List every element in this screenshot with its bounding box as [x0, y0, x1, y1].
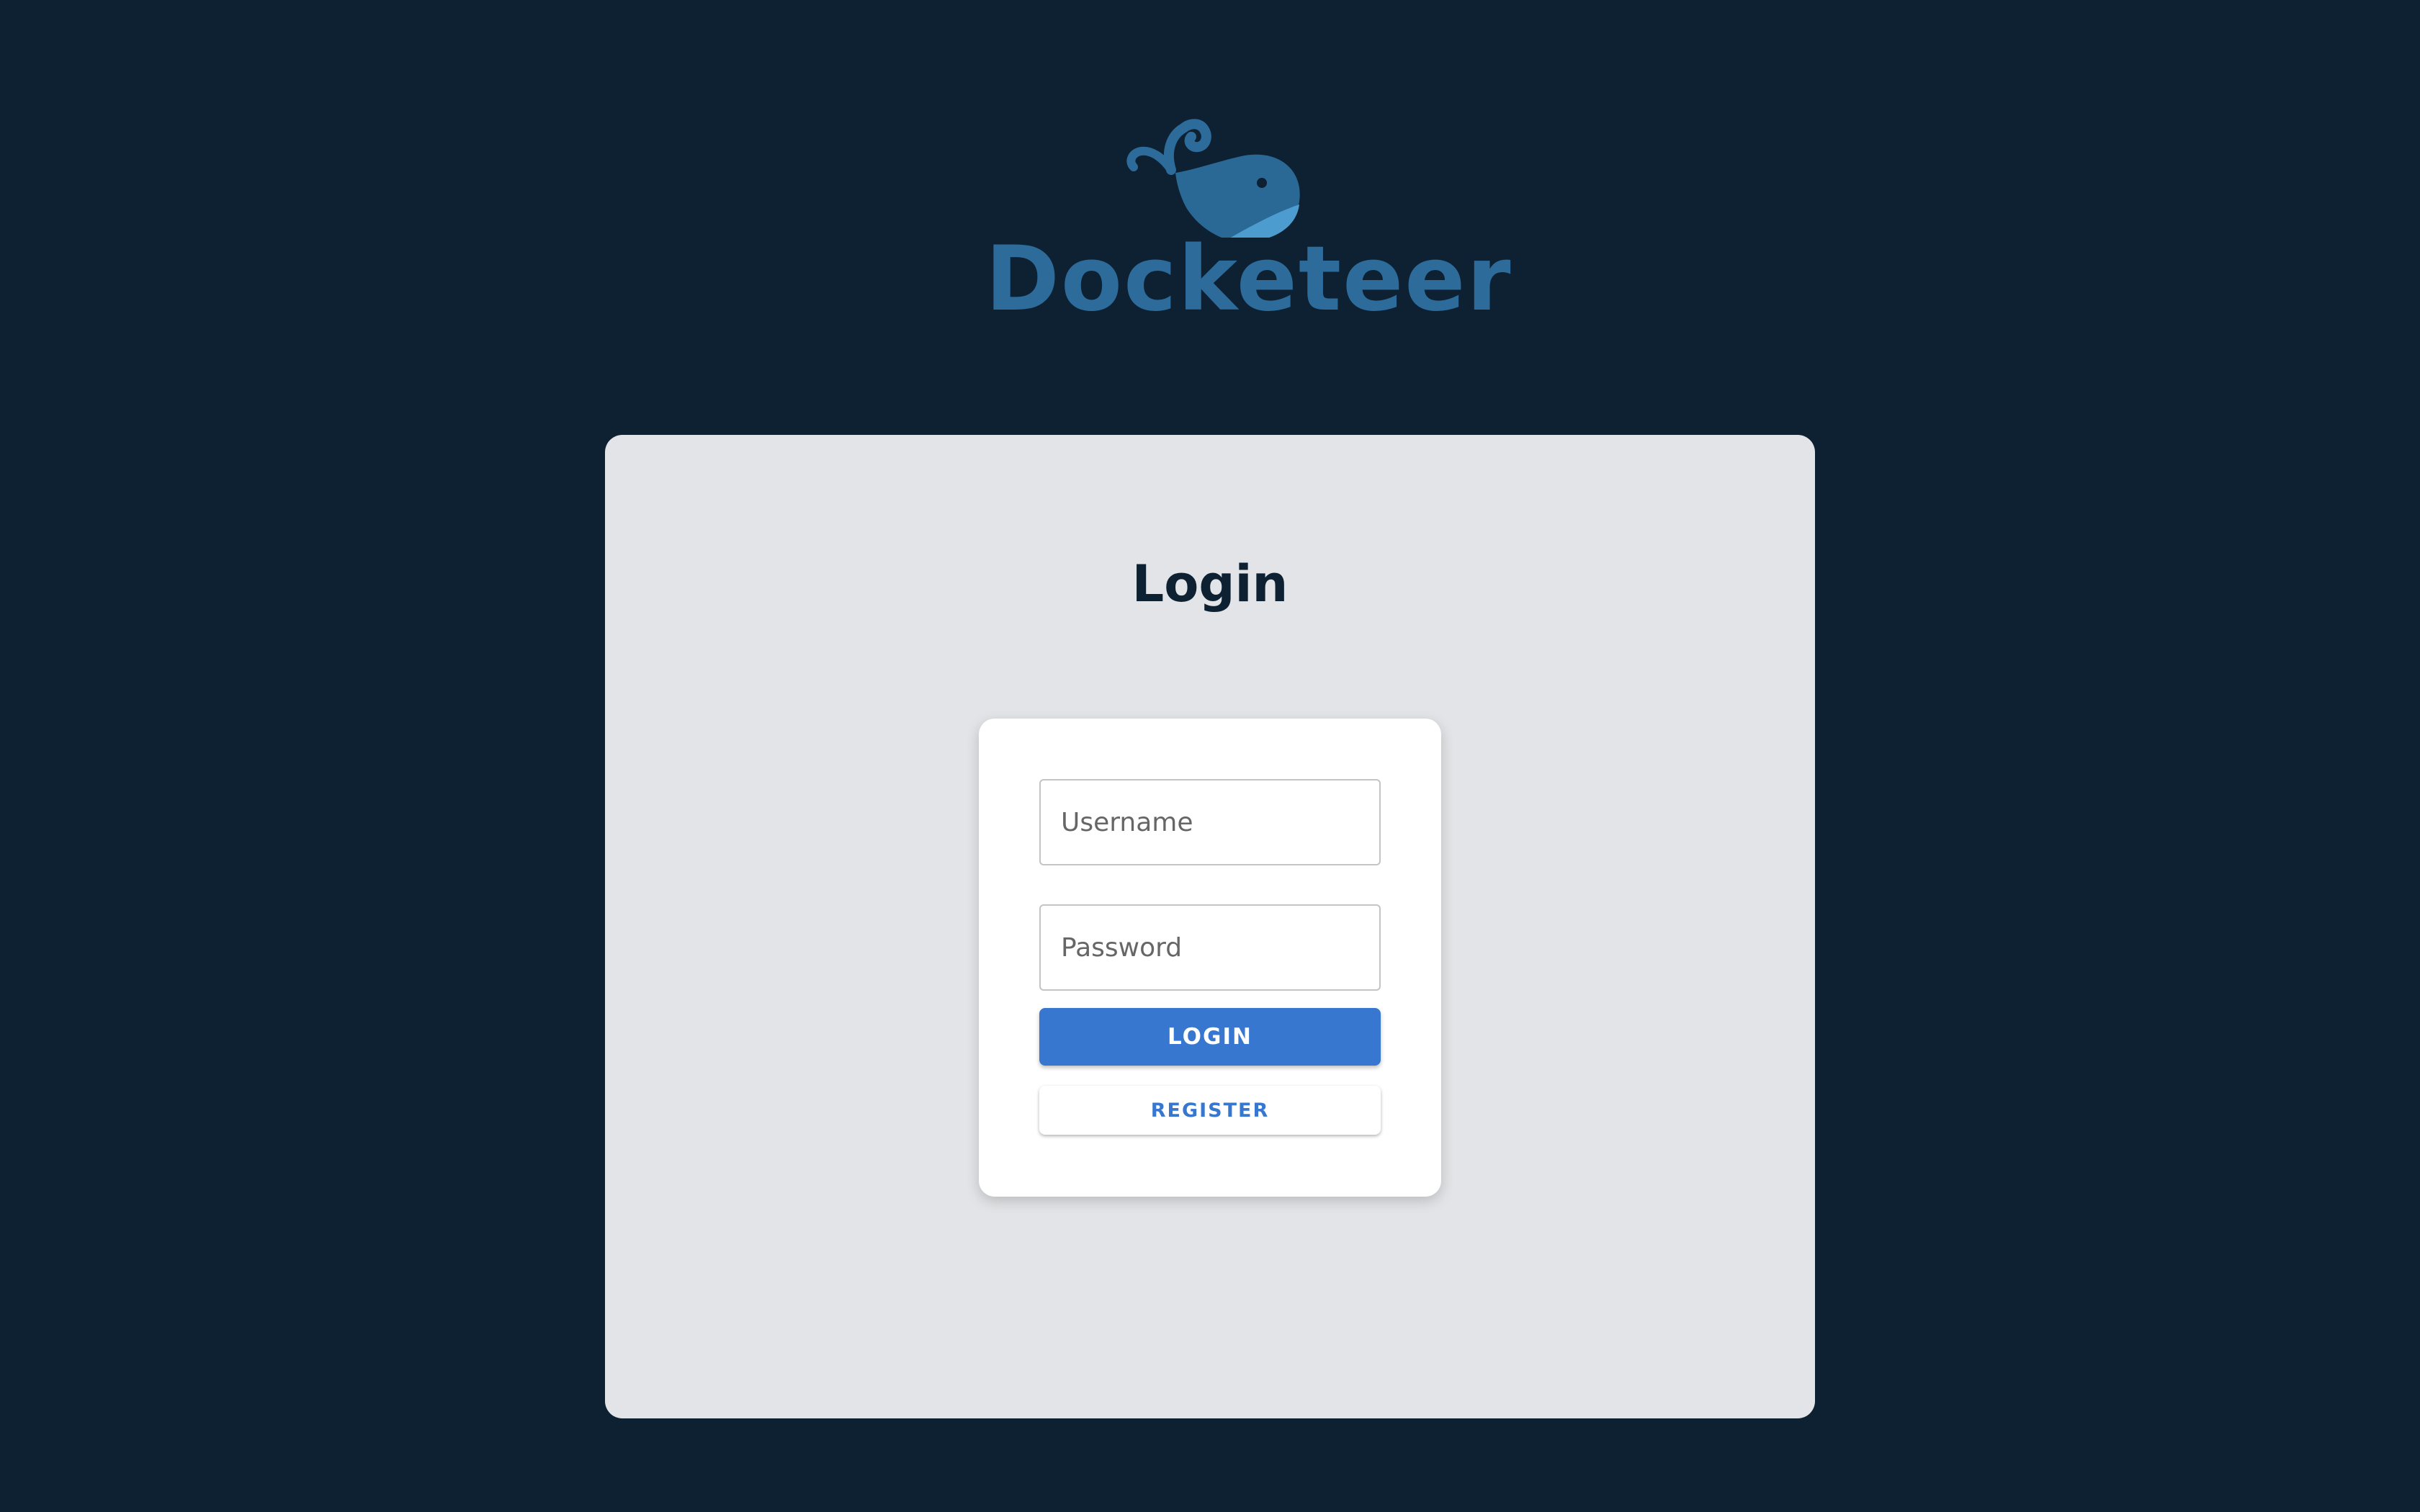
login-panel: Login LOGIN REGISTER: [605, 435, 1815, 1418]
password-input[interactable]: [1039, 904, 1381, 991]
username-input[interactable]: [1039, 779, 1381, 865]
login-button[interactable]: LOGIN: [1039, 1008, 1381, 1066]
register-button[interactable]: REGISTER: [1039, 1086, 1381, 1135]
whale-icon: [1126, 119, 1300, 238]
app-logo: Docketeer: [985, 101, 1512, 338]
brand-name: Docketeer: [985, 228, 1512, 331]
login-form-card: LOGIN REGISTER: [979, 719, 1441, 1197]
page-title: Login: [1131, 554, 1289, 613]
